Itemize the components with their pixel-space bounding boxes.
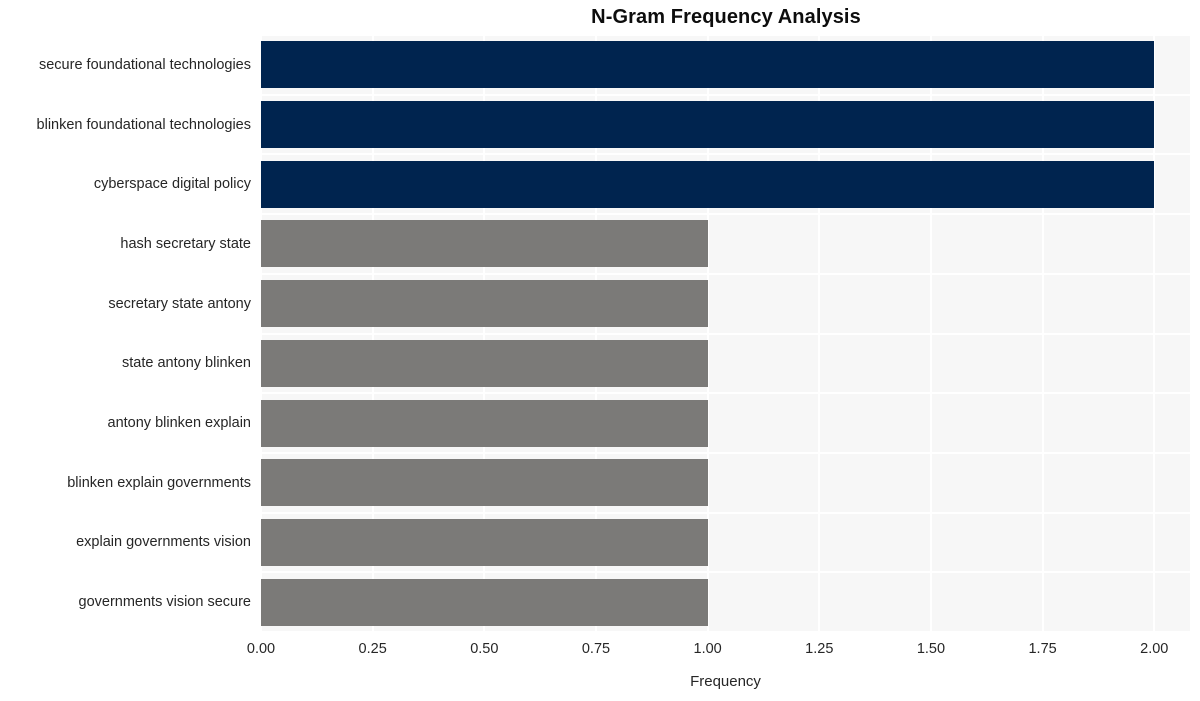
y-axis-tick-label: secretary state antony xyxy=(108,295,251,312)
x-axis-tick-label: 2.00 xyxy=(1140,641,1169,657)
x-axis-tick-label: 0.50 xyxy=(470,641,499,657)
bar xyxy=(261,518,708,566)
gridline-horizontal xyxy=(261,153,1190,156)
gridline-horizontal xyxy=(261,451,1190,454)
gridline-horizontal xyxy=(261,332,1190,335)
plot-area xyxy=(261,35,1190,632)
bar xyxy=(261,399,708,447)
gridline-horizontal xyxy=(261,511,1190,514)
x-axis-tick-label: 0.25 xyxy=(358,641,387,657)
x-axis-tick-label: 0.75 xyxy=(581,641,611,657)
bar xyxy=(261,339,708,387)
bar xyxy=(261,101,1155,149)
bar xyxy=(261,160,1155,208)
y-axis-tick-label: blinken explain governments xyxy=(67,474,251,491)
y-axis-tick-label: explain governments vision xyxy=(76,534,251,551)
chart-figure: N-Gram Frequency Analysis secure foundat… xyxy=(0,0,1200,701)
x-axis-tick-label: 1.50 xyxy=(916,641,946,657)
bar xyxy=(261,220,708,268)
gridline-horizontal xyxy=(261,213,1190,216)
y-axis-tick-label: hash secretary state xyxy=(120,235,251,252)
gridline-horizontal xyxy=(261,392,1190,395)
y-axis-tick-label: governments vision secure xyxy=(78,594,251,611)
x-axis-title: Frequency xyxy=(690,673,761,690)
bar xyxy=(261,459,708,507)
y-axis-tick-labels: secure foundational technologies blinken … xyxy=(0,0,251,701)
x-axis-tick-label: 1.75 xyxy=(1028,641,1057,657)
page-title: N-Gram Frequency Analysis xyxy=(591,6,861,28)
gridline-horizontal xyxy=(261,93,1190,96)
x-axis-tick-label: 1.00 xyxy=(693,641,722,657)
y-axis-tick-label: blinken foundational technologies xyxy=(36,116,251,133)
gridline-horizontal xyxy=(261,35,1190,36)
y-axis-tick-label: secure foundational technologies xyxy=(38,56,251,73)
x-axis-tick-label: 0.00 xyxy=(246,641,276,657)
gridline-horizontal xyxy=(261,631,1190,632)
gridline-horizontal xyxy=(261,571,1190,574)
bar xyxy=(261,578,708,626)
gridline-horizontal xyxy=(261,272,1190,275)
y-axis-tick-label: antony blinken explain xyxy=(107,415,252,432)
bar xyxy=(261,41,1155,89)
y-axis-tick-label: cyberspace digital policy xyxy=(93,176,251,193)
bar xyxy=(261,280,708,328)
y-axis-tick-label: state antony blinken xyxy=(122,355,251,372)
x-axis-tick-label: 1.25 xyxy=(805,641,834,657)
